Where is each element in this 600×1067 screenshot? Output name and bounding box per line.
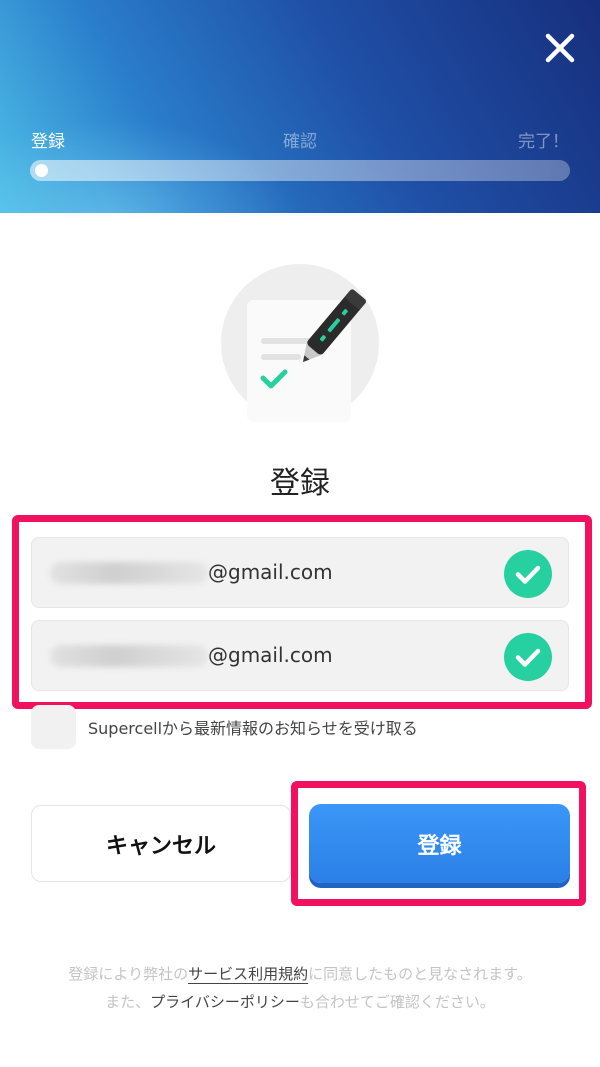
- legal-text: 登録により弊社の: [68, 965, 189, 983]
- cancel-button[interactable]: キャンセル: [31, 805, 291, 882]
- highlight-frame-email-fields: [12, 515, 592, 709]
- step-complete-label: 完了！: [518, 132, 569, 152]
- terms-of-service-link[interactable]: サービス利用規約: [188, 965, 309, 984]
- privacy-policy-link[interactable]: プライバシーポリシー: [150, 993, 300, 1011]
- document-pen-check-icon: [221, 264, 379, 422]
- legal-text: また、: [105, 993, 151, 1011]
- step-register-label: 登録: [31, 132, 65, 152]
- step-confirm-label: 確認: [283, 132, 317, 152]
- legal-text: に同意したものと見なされます。: [308, 965, 532, 983]
- legal-text: も合わせてご確認ください。: [299, 993, 495, 1011]
- progress-indicator: [35, 164, 48, 177]
- newsletter-checkbox[interactable]: [31, 705, 76, 749]
- page-title: 登録: [270, 466, 330, 501]
- highlight-frame-register-button: [291, 781, 586, 906]
- close-button[interactable]: [538, 26, 582, 70]
- progress-header: 登録 確認 完了！: [0, 0, 600, 213]
- progress-bar: [30, 160, 570, 181]
- legal-notice: 登録により弊社のサービス利用規約に同意したものと見なされます。 また、プライバシ…: [30, 960, 570, 1016]
- close-icon: [545, 33, 575, 63]
- newsletter-label: Supercellから最新情報のお知らせを受け取る: [88, 719, 418, 738]
